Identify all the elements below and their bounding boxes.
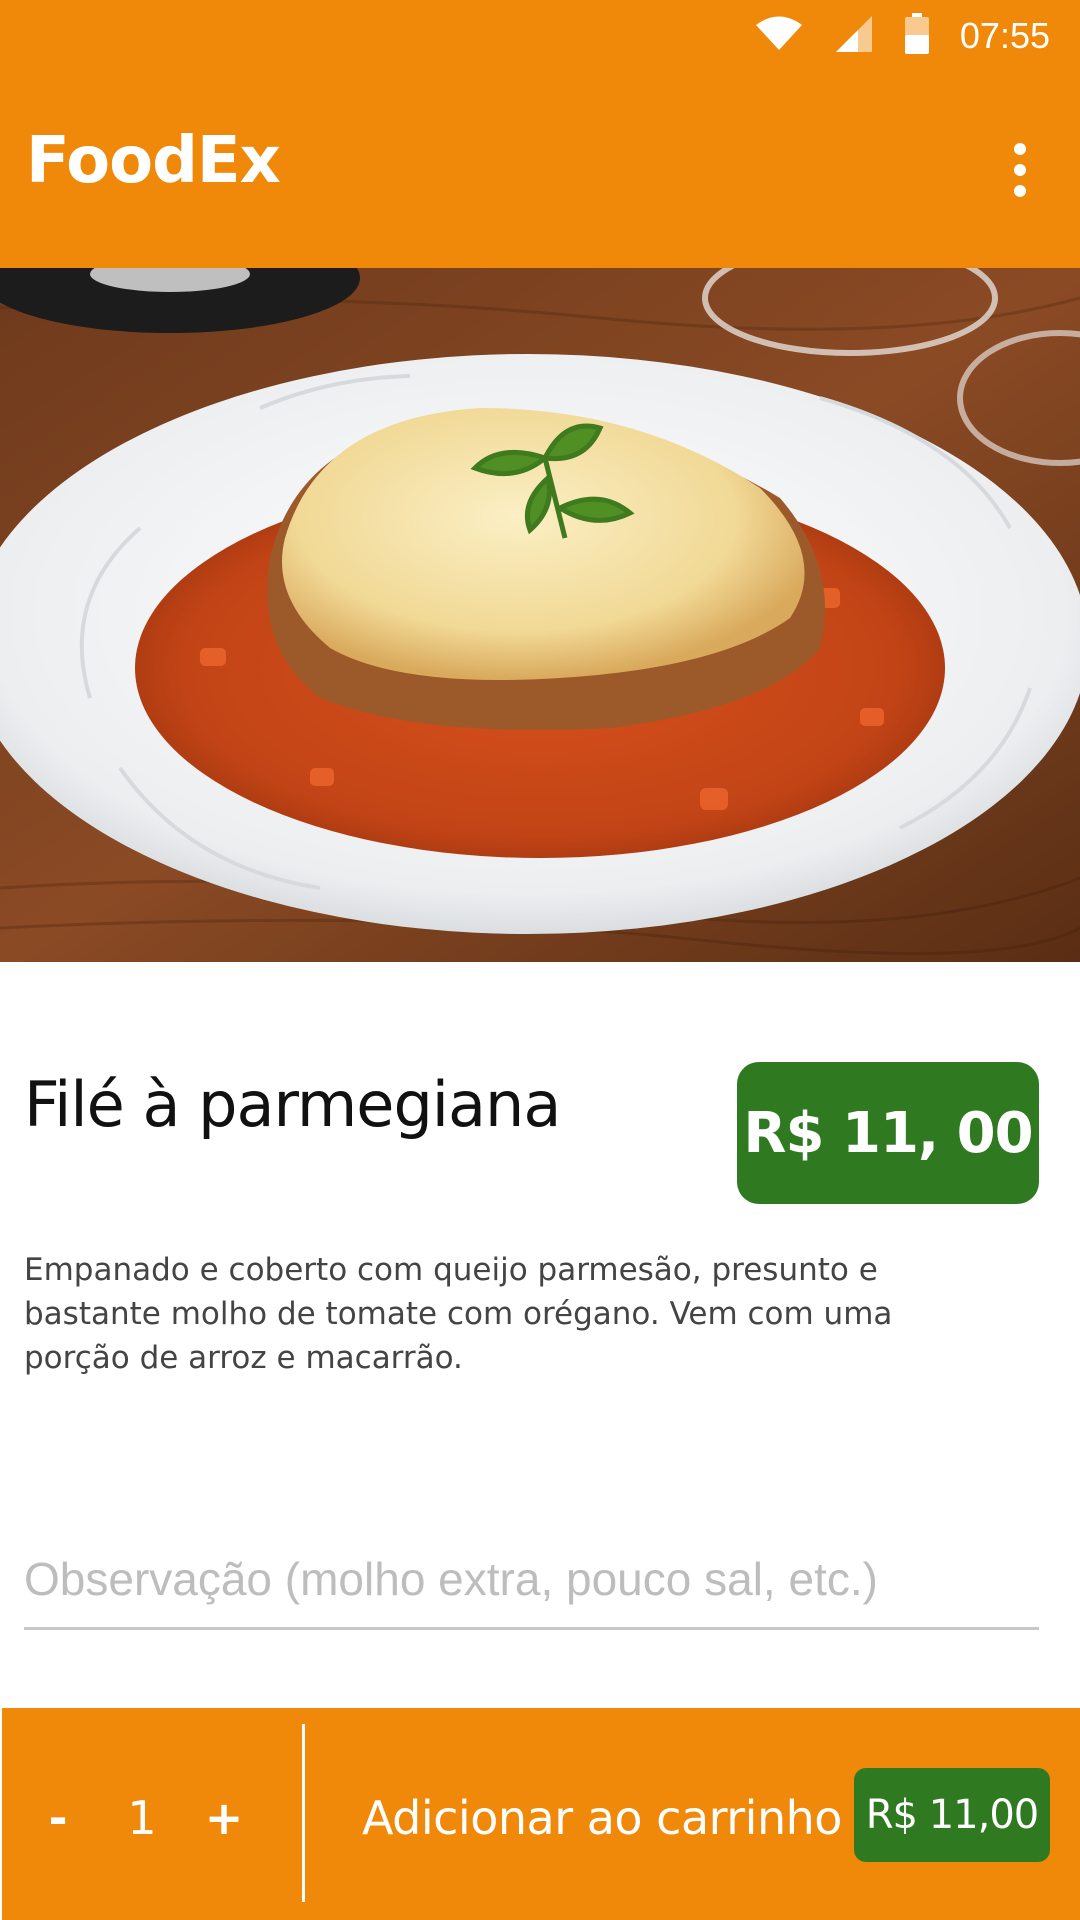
add-to-cart-button[interactable]: Adicionar ao carrinho — [362, 1768, 842, 1868]
status-bar: 07:55 — [0, 0, 1080, 72]
dish-name: Filé à parmegiana — [24, 1068, 561, 1141]
quantity-value: 1 — [127, 1791, 157, 1845]
dish-description: Empanado e coberto com queijo parmesão, … — [24, 1252, 893, 1376]
cart-total-badge: R$ 11,00 — [854, 1768, 1050, 1862]
wifi-icon — [754, 16, 804, 56]
more-vert-icon[interactable] — [990, 130, 1050, 210]
dish-image — [0, 268, 1080, 962]
status-icons: 07:55 — [754, 10, 1050, 62]
cart-bar: - 1 + Adicionar ao carrinho R$ 11,00 — [2, 1708, 1080, 1920]
divider — [302, 1724, 305, 1902]
decrease-quantity-button[interactable]: - — [18, 1768, 98, 1868]
app-title: FoodEx — [26, 124, 281, 198]
increase-quantity-button[interactable]: + — [184, 1768, 264, 1868]
app-bar: FoodEx — [0, 72, 1080, 268]
price-badge: R$ 11, 00 — [737, 1062, 1039, 1204]
signal-icon — [834, 14, 874, 58]
status-time: 07:55 — [959, 15, 1050, 56]
battery-icon — [904, 13, 930, 59]
observation-input[interactable] — [24, 1530, 1039, 1630]
